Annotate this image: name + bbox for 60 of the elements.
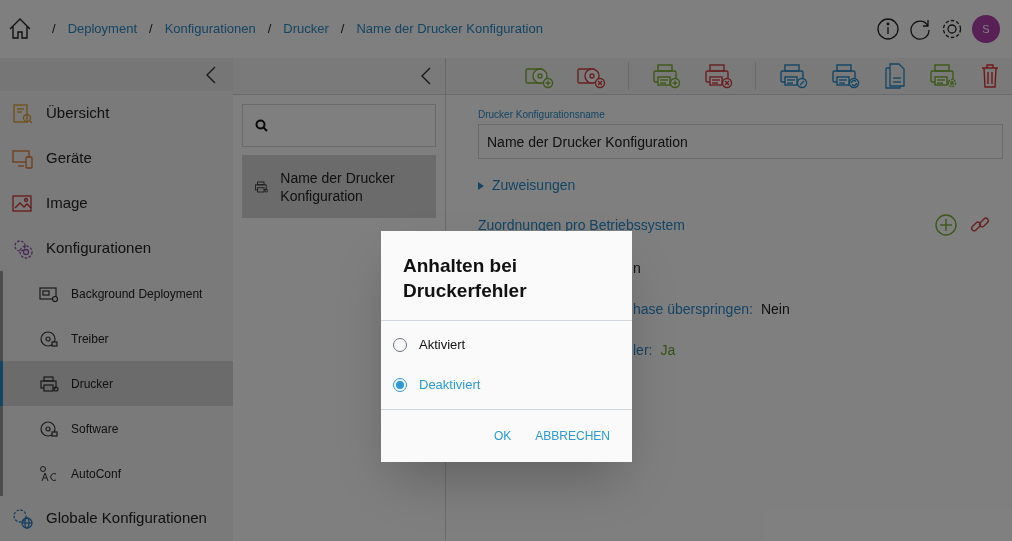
gear-globe-icon xyxy=(12,507,34,530)
sidebar-subitem[interactable]: Software xyxy=(0,406,233,451)
document-search-icon xyxy=(12,102,34,125)
disc-icon xyxy=(39,329,59,348)
collapse-icon[interactable] xyxy=(420,67,432,85)
breadcrumb-link[interactable]: Deployment xyxy=(67,19,137,39)
image-icon xyxy=(12,192,34,215)
avatar[interactable]: S xyxy=(972,15,1000,43)
property-label: hase überspringen: xyxy=(633,300,753,319)
delete-icon[interactable] xyxy=(980,63,1000,89)
search-icon xyxy=(255,119,268,132)
sidebar-item[interactable]: Globale Konfigurationen xyxy=(0,496,233,541)
info-icon[interactable] xyxy=(876,17,900,41)
printer-edit-icon[interactable] xyxy=(778,63,808,89)
dialog-button[interactable]: ABBRECHEN xyxy=(525,419,620,453)
dialog-title: Anhalten bei Druckerfehler xyxy=(402,254,528,303)
radio-option[interactable]: Aktiviert xyxy=(381,325,632,365)
sidebar-subitem[interactable]: Background Deployment xyxy=(0,271,233,316)
search-field[interactable] xyxy=(242,104,436,147)
printer-sync-icon[interactable] xyxy=(830,63,860,89)
sidebar-subitem[interactable]: Treiber xyxy=(0,316,233,361)
settings-icon[interactable] xyxy=(940,17,964,41)
breadcrumb-link[interactable]: Name der Drucker Konfiguration xyxy=(356,19,543,39)
printer-add-icon[interactable] xyxy=(651,63,681,89)
property-value: Nein xyxy=(760,300,790,319)
breadcrumb-separator: / xyxy=(149,20,153,39)
printer-icon xyxy=(39,374,59,393)
section-title: Zuordnungen pro Betriebssystem xyxy=(478,215,685,235)
devices-icon xyxy=(12,147,34,170)
breadcrumb-separator: / xyxy=(340,20,345,39)
gears-icon xyxy=(12,237,34,260)
add-icon[interactable] xyxy=(935,214,957,236)
autoconf-icon xyxy=(39,464,59,483)
breadcrumb-link[interactable]: Drucker xyxy=(283,19,329,39)
list-item[interactable]: Name der Drucker Konfiguration xyxy=(242,155,436,218)
field-label: Drucker Konfigurationsname xyxy=(478,108,606,122)
property-value: n xyxy=(633,259,641,278)
disc-icon xyxy=(39,419,59,438)
printer-settings-icon[interactable] xyxy=(928,63,958,89)
breadcrumb-link[interactable]: Konfigurationen xyxy=(164,19,256,39)
screen-icon xyxy=(39,284,59,303)
breadcrumb-separator: / xyxy=(52,20,56,39)
sidebar-subitem[interactable]: AutoConf xyxy=(0,451,233,496)
printer-remove-icon[interactable] xyxy=(703,63,733,89)
dialog-button[interactable]: OK xyxy=(483,419,522,453)
refresh-icon[interactable] xyxy=(908,17,932,41)
property-label: ler: xyxy=(633,341,653,360)
sidebar-item[interactable]: Geräte xyxy=(0,136,233,181)
sidebar-item[interactable]: Konfigurationen xyxy=(0,226,233,271)
property-value: Ja xyxy=(660,341,676,360)
radio-option[interactable]: Deaktiviert xyxy=(381,365,632,405)
assignments-toggle[interactable]: Zuweisungen xyxy=(478,175,576,196)
documents-icon[interactable] xyxy=(882,62,906,90)
sidebar-item[interactable]: Image xyxy=(0,181,233,226)
sidebar-subitem[interactable]: Drucker xyxy=(0,361,233,406)
collapse-icon[interactable] xyxy=(205,65,217,84)
sidebar-item[interactable]: Übersicht xyxy=(0,91,233,136)
home-icon[interactable] xyxy=(8,17,32,41)
name-field[interactable]: Name der Drucker Konfiguration xyxy=(478,124,1003,159)
breadcrumb-separator: / xyxy=(267,20,272,39)
